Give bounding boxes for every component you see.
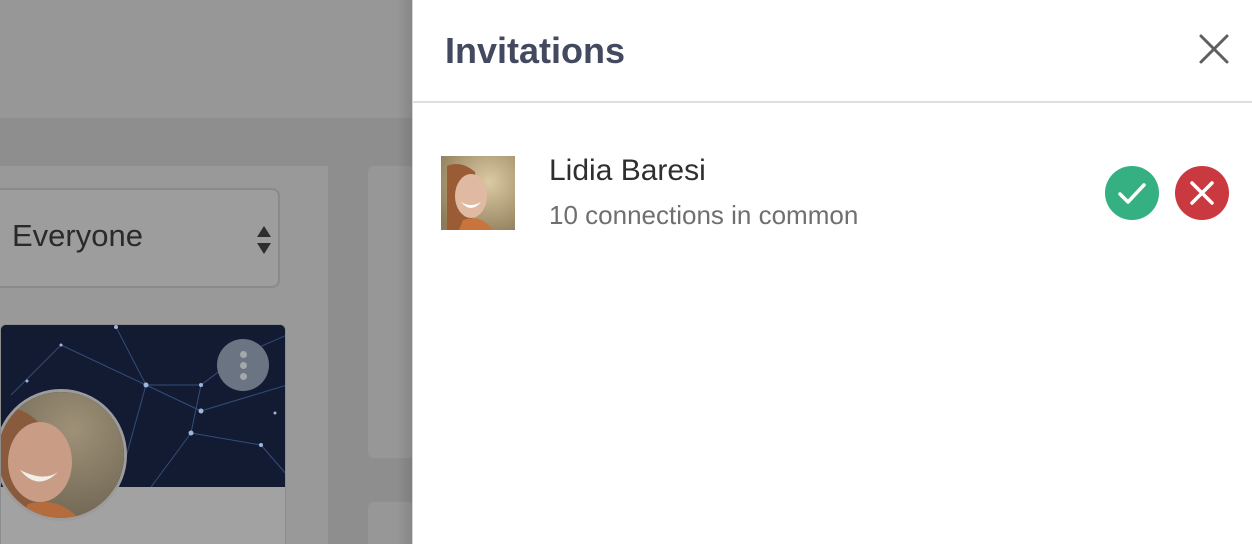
profile-more-options-button[interactable]	[217, 339, 269, 391]
drawer-header: Invitations	[413, 0, 1252, 103]
profile-avatar	[1, 389, 127, 521]
invitation-connections-text: 10 connections in common	[549, 200, 859, 230]
profile-card[interactable]	[0, 324, 286, 544]
invitation-name: Lidia Baresi	[549, 154, 706, 187]
invitations-drawer: Invitations Lidia Baresi 10 connections …	[412, 0, 1252, 544]
select-arrows-icon	[257, 226, 271, 254]
invitation-avatar	[441, 156, 515, 230]
dot-icon	[239, 361, 247, 369]
x-icon	[1190, 181, 1214, 205]
audience-filter-select[interactable]: Everyone	[0, 188, 280, 288]
audience-filter-value: Everyone	[12, 218, 143, 253]
dot-icon	[239, 372, 247, 380]
close-icon[interactable]	[1197, 32, 1231, 66]
drawer-title: Invitations	[445, 30, 626, 71]
decline-invitation-button[interactable]	[1175, 166, 1229, 220]
dot-icon	[239, 350, 247, 358]
invitation-list-item: Lidia Baresi 10 connections in common	[413, 140, 1252, 250]
check-icon	[1118, 183, 1146, 204]
accept-invitation-button[interactable]	[1105, 166, 1159, 220]
